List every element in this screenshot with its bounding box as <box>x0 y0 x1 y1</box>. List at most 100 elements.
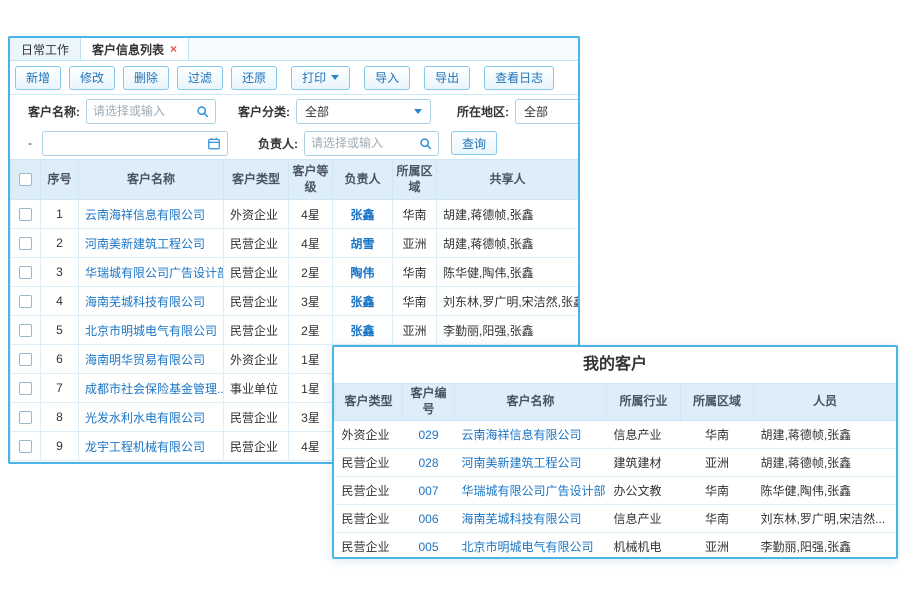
header-industry: 所属行业 <box>607 384 681 421</box>
import-button[interactable]: 导入 <box>364 66 410 90</box>
customer-name-link[interactable]: 光发水利水电有限公司 <box>85 411 205 425</box>
customer-name-link[interactable]: 华瑞城有限公司广告设计部 <box>85 266 224 280</box>
view-log-button[interactable]: 查看日志 <box>484 66 554 90</box>
customer-name-link[interactable]: 海南芜城科技有限公司 <box>462 512 582 526</box>
checkbox-cell <box>11 200 41 229</box>
restore-button[interactable]: 还原 <box>231 66 277 90</box>
date-input[interactable] <box>43 136 207 150</box>
cell-customer-type: 民营企业 <box>335 477 403 505</box>
customer-name-input[interactable] <box>87 104 196 118</box>
table-row[interactable]: 1 云南海祥信息有限公司 外资企业 4星 张鑫 华南 胡建,蒋德帧,张鑫 <box>11 200 579 229</box>
header-customer-name: 客户名称 <box>455 384 607 421</box>
customer-name-field <box>86 99 216 124</box>
customer-code-link[interactable]: 005 <box>418 540 438 554</box>
customer-name-link[interactable]: 北京市明城电气有限公司 <box>462 540 594 554</box>
customer-category-select[interactable]: 全部 <box>296 99 431 124</box>
row-checkbox[interactable] <box>19 295 32 308</box>
table-row[interactable]: 2 河南美新建筑工程公司 民营企业 4星 胡雪 亚洲 胡建,蒋德帧,张鑫 <box>11 229 579 258</box>
customer-name-link[interactable]: 海南明华贸易有限公司 <box>85 353 205 367</box>
customer-code-link[interactable]: 007 <box>418 484 438 498</box>
cell-seq: 5 <box>41 316 79 345</box>
owner-link[interactable]: 胡雪 <box>350 237 374 251</box>
cell-region: 华南 <box>393 258 437 287</box>
cell-people: 胡建,蒋德帧,张鑫 <box>754 421 897 449</box>
customer-name-link[interactable]: 海南芜城科技有限公司 <box>85 295 205 309</box>
add-button[interactable]: 新增 <box>15 66 61 90</box>
print-button[interactable]: 打印 <box>291 66 350 90</box>
owner-label: 负责人: <box>258 135 298 152</box>
header-owner: 负责人 <box>333 160 393 200</box>
cell-customer-type: 民营企业 <box>224 403 289 432</box>
owner-link[interactable]: 陶伟 <box>350 266 374 280</box>
delete-button[interactable]: 删除 <box>123 66 169 90</box>
cell-customer-type: 民营企业 <box>224 258 289 287</box>
cell-industry: 信息产业 <box>607 421 681 449</box>
search-icon[interactable] <box>196 105 209 118</box>
tab-daily-work[interactable]: 日常工作 <box>10 38 81 60</box>
search-icon[interactable] <box>419 137 432 150</box>
header-customer-type: 客户类型 <box>224 160 289 200</box>
table-row[interactable]: 3 华瑞城有限公司广告设计部 民营企业 2星 陶伟 华南 陈华健,陶伟,张鑫 <box>11 258 579 287</box>
owner-link[interactable]: 张鑫 <box>350 208 374 222</box>
header-region: 所属区域 <box>393 160 437 200</box>
district-label: 所在地区: <box>457 103 509 120</box>
cell-people: 胡建,蒋德帧,张鑫 <box>754 449 897 477</box>
cell-owner: 张鑫 <box>333 287 393 316</box>
customer-name-link[interactable]: 北京市明城电气有限公司 <box>85 324 217 338</box>
customer-name-link[interactable]: 龙宇工程机械有限公司 <box>85 440 205 454</box>
customer-code-link[interactable]: 006 <box>418 512 438 526</box>
checkbox-cell <box>11 345 41 374</box>
header-customer-name: 客户名称 <box>79 160 224 200</box>
customer-name-link[interactable]: 华瑞城有限公司广告设计部 <box>462 484 606 498</box>
calendar-icon[interactable] <box>207 137 221 150</box>
district-value: 全部 <box>524 103 548 120</box>
row-checkbox[interactable] <box>19 324 32 337</box>
customer-name-link[interactable]: 云南海祥信息有限公司 <box>462 428 582 442</box>
close-tab-icon[interactable]: × <box>170 43 177 55</box>
table-row[interactable]: 外资企业 029 云南海祥信息有限公司 信息产业 华南 胡建,蒋德帧,张鑫 <box>335 421 897 449</box>
header-checkbox[interactable] <box>19 173 32 186</box>
owner-link[interactable]: 张鑫 <box>350 324 374 338</box>
row-checkbox[interactable] <box>19 208 32 221</box>
customer-name-link[interactable]: 河南美新建筑工程公司 <box>85 237 205 251</box>
cell-customer-name: 云南海祥信息有限公司 <box>455 421 607 449</box>
table-row[interactable]: 民营企业 028 河南美新建筑工程公司 建筑建材 亚洲 胡建,蒋德帧,张鑫 <box>335 449 897 477</box>
customer-name-link[interactable]: 云南海祥信息有限公司 <box>85 208 205 222</box>
cell-customer-type: 事业单位 <box>224 374 289 403</box>
filter-button[interactable]: 过滤 <box>177 66 223 90</box>
cell-shared: 胡建,蒋德帧,张鑫 <box>437 229 579 258</box>
cell-customer-code: 006 <box>403 505 455 533</box>
customer-name-link[interactable]: 成都市社会保险基金管理... <box>85 382 224 396</box>
row-checkbox[interactable] <box>19 237 32 250</box>
table-row[interactable]: 5 北京市明城电气有限公司 民营企业 2星 张鑫 亚洲 李勤丽,阳强,张鑫 <box>11 316 579 345</box>
row-checkbox[interactable] <box>19 382 32 395</box>
table-row[interactable]: 4 海南芜城科技有限公司 民营企业 3星 张鑫 华南 刘东林,罗广明,宋洁然,张… <box>11 287 579 316</box>
customer-name-link[interactable]: 河南美新建筑工程公司 <box>462 456 582 470</box>
owner-input[interactable] <box>305 136 419 150</box>
cell-owner: 陶伟 <box>333 258 393 287</box>
cell-region: 华南 <box>681 505 754 533</box>
table-row[interactable]: 民营企业 006 海南芜城科技有限公司 信息产业 华南 刘东林,罗广明,宋洁然.… <box>335 505 897 533</box>
query-button[interactable]: 查询 <box>451 131 497 155</box>
checkbox-cell <box>11 374 41 403</box>
date-field <box>42 131 228 156</box>
row-checkbox[interactable] <box>19 440 32 453</box>
print-button-label: 打印 <box>302 69 326 86</box>
table-row[interactable]: 民营企业 007 华瑞城有限公司广告设计部 办公文教 华南 陈华健,陶伟,张鑫 <box>335 477 897 505</box>
customer-code-link[interactable]: 028 <box>418 456 438 470</box>
cell-shared: 陈华健,陶伟,张鑫 <box>437 258 579 287</box>
district-select[interactable]: 全部 <box>515 99 580 124</box>
cell-customer-type: 民营企业 <box>224 287 289 316</box>
row-checkbox[interactable] <box>19 353 32 366</box>
row-checkbox[interactable] <box>19 266 32 279</box>
tab-customer-info-list[interactable]: 客户信息列表 × <box>81 38 189 60</box>
cell-customer-code: 007 <box>403 477 455 505</box>
row-checkbox[interactable] <box>19 411 32 424</box>
owner-link[interactable]: 张鑫 <box>350 295 374 309</box>
cell-customer-level: 2星 <box>289 258 333 287</box>
table-row[interactable]: 民营企业 005 北京市明城电气有限公司 机械机电 亚洲 李勤丽,阳强,张鑫 <box>335 533 897 560</box>
edit-button[interactable]: 修改 <box>69 66 115 90</box>
customer-code-link[interactable]: 029 <box>418 428 438 442</box>
export-button[interactable]: 导出 <box>424 66 470 90</box>
cell-customer-code: 005 <box>403 533 455 560</box>
